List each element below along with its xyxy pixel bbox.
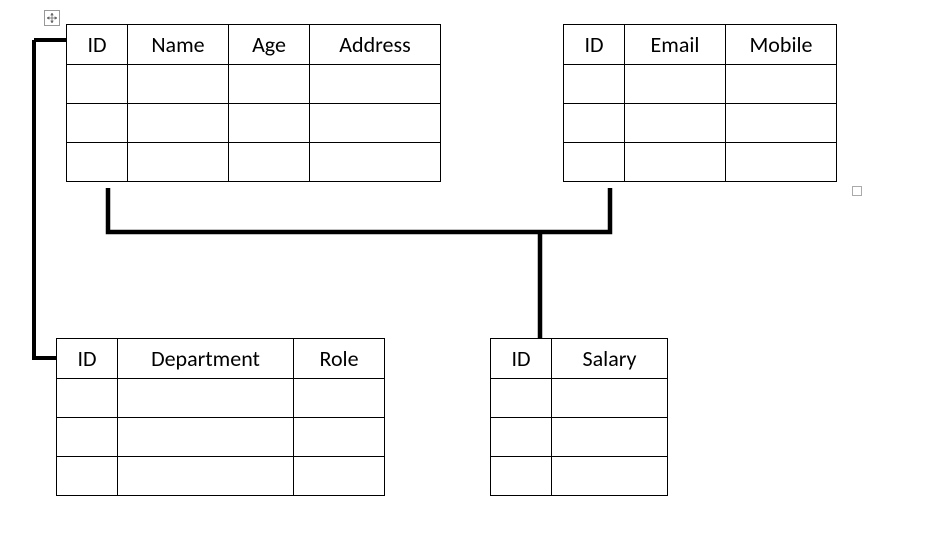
cell <box>564 65 625 104</box>
cell <box>128 143 229 182</box>
cell <box>552 418 668 457</box>
col-header: Age <box>229 25 310 65</box>
cell <box>57 457 118 496</box>
col-header: ID <box>57 339 118 379</box>
cell <box>564 104 625 143</box>
cell <box>491 457 552 496</box>
cell <box>57 418 118 457</box>
cell <box>67 143 128 182</box>
cell <box>625 104 726 143</box>
col-header: Address <box>310 25 441 65</box>
cell <box>552 379 668 418</box>
cell <box>118 379 294 418</box>
col-header: Role <box>294 339 385 379</box>
col-header: Mobile <box>726 25 837 65</box>
cell <box>229 143 310 182</box>
person-table: ID Name Age Address <box>66 24 441 182</box>
cell <box>310 143 441 182</box>
cell <box>294 418 385 457</box>
cell <box>552 457 668 496</box>
col-header: Department <box>118 339 294 379</box>
cell <box>564 143 625 182</box>
pay-table: ID Salary <box>490 338 668 496</box>
cell <box>625 65 726 104</box>
resize-handle-icon[interactable] <box>852 186 862 196</box>
cell <box>726 104 837 143</box>
cell <box>726 65 837 104</box>
cell <box>294 457 385 496</box>
cell <box>625 143 726 182</box>
cell <box>310 104 441 143</box>
col-header: Name <box>128 25 229 65</box>
cell <box>294 379 385 418</box>
col-header: ID <box>67 25 128 65</box>
col-header: Email <box>625 25 726 65</box>
cell <box>229 104 310 143</box>
cell <box>229 65 310 104</box>
cell <box>491 418 552 457</box>
cell <box>118 418 294 457</box>
cell <box>57 379 118 418</box>
cell <box>310 65 441 104</box>
move-handle-icon[interactable] <box>44 10 60 26</box>
job-table: ID Department Role <box>56 338 385 496</box>
col-header: ID <box>564 25 625 65</box>
cell <box>726 143 837 182</box>
cell <box>118 457 294 496</box>
cell <box>128 104 229 143</box>
cell <box>491 379 552 418</box>
cell <box>67 65 128 104</box>
cell <box>67 104 128 143</box>
cell <box>128 65 229 104</box>
col-header: ID <box>491 339 552 379</box>
contact-table: ID Email Mobile <box>563 24 837 182</box>
col-header: Salary <box>552 339 668 379</box>
